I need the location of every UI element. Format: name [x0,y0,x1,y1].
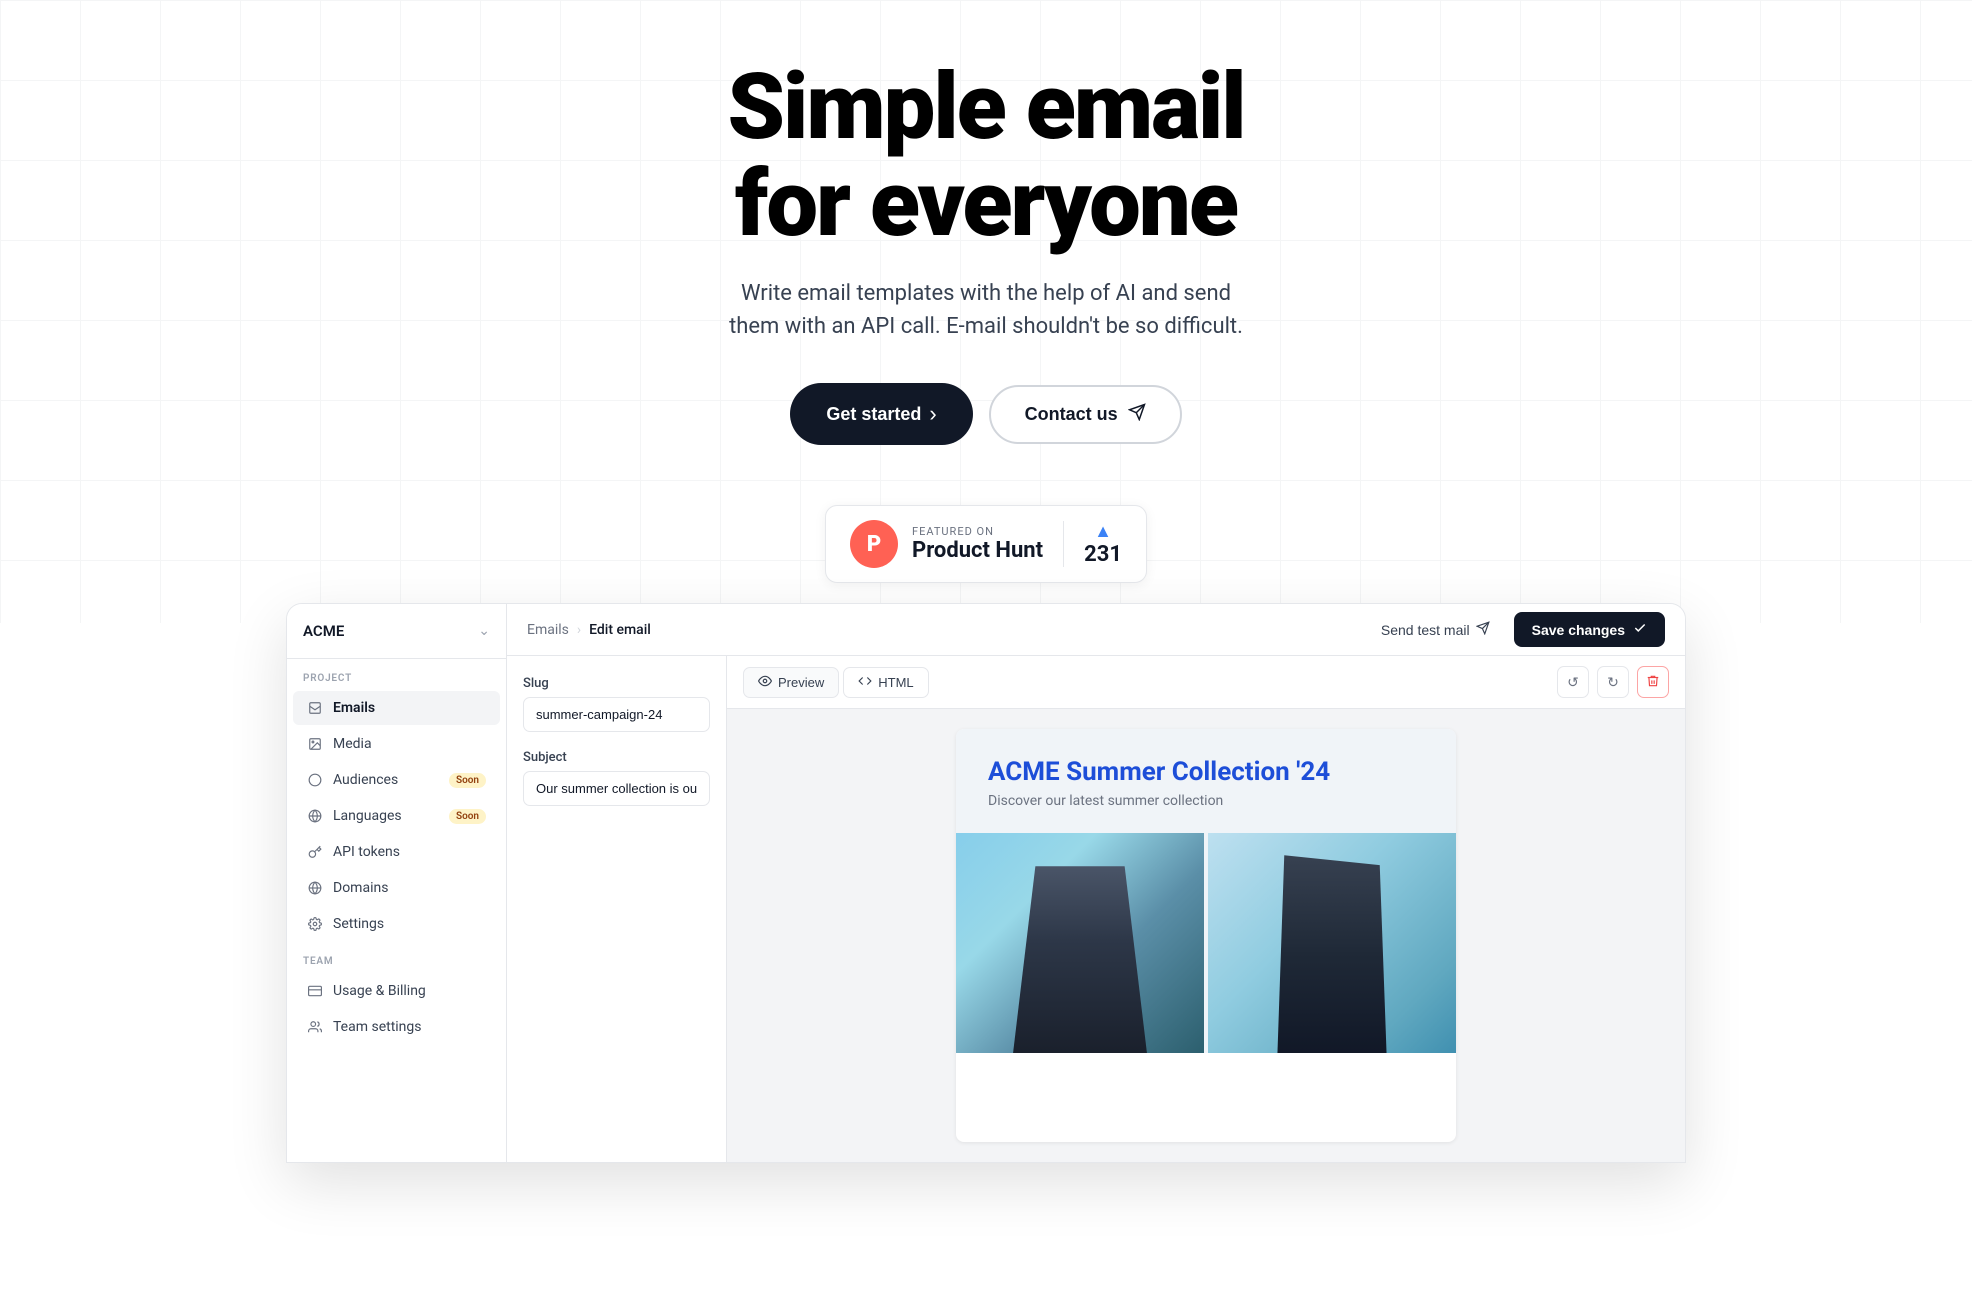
trash-icon [1646,674,1660,691]
sidebar-item-audiences[interactable]: Audiences Soon [293,763,500,797]
subject-label: Subject [523,750,710,765]
save-changes-button[interactable]: Save changes [1514,612,1665,647]
languages-badge: Soon [449,809,486,824]
breadcrumb-separator: › [577,622,581,638]
redo-button[interactable]: ↻ [1597,666,1629,698]
undo-icon: ↺ [1567,674,1579,691]
sidebar-item-api-tokens-label: API tokens [333,844,400,860]
save-changes-label: Save changes [1532,622,1625,638]
email-image-2 [1208,833,1456,1053]
redo-icon: ↻ [1607,674,1619,691]
sidebar-header[interactable]: ACME ⌄ [287,604,506,659]
sidebar: ACME ⌄ PROJECT Emails Media A [287,604,507,1162]
team-icon [307,1019,323,1035]
audiences-icon [307,772,323,788]
tab-html[interactable]: HTML [843,667,928,698]
sidebar-item-media[interactable]: Media [293,727,500,761]
breadcrumb-emails[interactable]: Emails [527,622,569,638]
chevron-icon: ⌄ [478,623,490,639]
sidebar-item-domains-label: Domains [333,880,388,896]
code-icon [858,674,872,691]
tab-preview[interactable]: Preview [743,667,839,698]
hero-title: Simple email for everyone [727,60,1244,253]
email-preview-scroll[interactable]: ACME Summer Collection '24 Discover our … [727,709,1685,1162]
app-window-wrapper: ACME ⌄ PROJECT Emails Media A [286,603,1686,1163]
editor-area: Slug Subject [507,656,1685,1162]
sport-image-1 [956,833,1204,1053]
settings-icon [307,916,323,932]
sidebar-item-team-settings[interactable]: Team settings [293,1010,500,1044]
sidebar-item-media-label: Media [333,736,372,752]
sport-image-2 [1208,833,1456,1053]
billing-icon [307,983,323,999]
preview-actions: ↺ ↻ [1557,666,1669,698]
preview-tabs: Preview HTML [743,667,929,698]
paper-plane-icon [1476,621,1490,638]
sidebar-item-settings-label: Settings [333,916,384,932]
main-content: Emails › Edit email Send test mail Save … [507,604,1685,1162]
subject-field: Subject [523,750,710,806]
sidebar-item-api-tokens[interactable]: API tokens [293,835,500,869]
topbar-actions: Send test mail Save changes [1369,612,1665,647]
app-window: ACME ⌄ PROJECT Emails Media A [286,603,1686,1163]
product-hunt-badge-area: P FEATURED ON Product Hunt ▲ 231 [825,505,1147,583]
topbar: Emails › Edit email Send test mail Save … [507,604,1685,656]
product-hunt-badge[interactable]: P FEATURED ON Product Hunt ▲ 231 [825,505,1147,583]
send-test-mail-button[interactable]: Send test mail [1369,613,1502,646]
breadcrumb-current: Edit email [589,622,651,638]
email-preview-images [956,833,1456,1053]
sidebar-item-domains[interactable]: Domains [293,871,500,905]
domains-icon [307,880,323,896]
breadcrumb: Emails › Edit email [527,622,651,638]
hero-buttons: Get started Contact us [790,383,1181,445]
audiences-badge: Soon [449,773,486,788]
email-preview-subtitle: Discover our latest summer collection [988,793,1424,809]
sidebar-item-emails-label: Emails [333,700,375,716]
product-hunt-text: FEATURED ON Product Hunt [912,525,1043,563]
languages-icon [307,808,323,824]
send-test-label: Send test mail [1381,622,1470,638]
sidebar-item-languages[interactable]: Languages Soon [293,799,500,833]
media-icon [307,736,323,752]
project-section-label: PROJECT [287,659,506,690]
sidebar-item-audiences-label: Audiences [333,772,398,788]
slug-field: Slug [523,676,710,732]
upvote-arrow-icon: ▲ [1094,521,1112,542]
delete-button[interactable] [1637,666,1669,698]
hero-content: Simple email for everyone Write email te… [726,60,1246,505]
sidebar-item-languages-label: Languages [333,808,402,824]
sidebar-item-usage-billing[interactable]: Usage & Billing [293,974,500,1008]
hero-subtitle: Write email templates with the help of A… [726,277,1246,343]
slug-input[interactable] [523,697,710,732]
preview-toolbar: Preview HTML ↺ [727,656,1685,709]
form-panel: Slug Subject [507,656,727,1162]
undo-button[interactable]: ↺ [1557,666,1589,698]
preview-panel: Preview HTML ↺ [727,656,1685,1162]
email-preview-content: ACME Summer Collection '24 Discover our … [956,729,1456,1142]
sidebar-item-settings[interactable]: Settings [293,907,500,941]
get-started-button[interactable]: Get started [790,383,972,445]
api-icon [307,844,323,860]
emails-icon [307,700,323,716]
send-icon [1128,403,1146,426]
sidebar-brand: ACME [303,622,344,640]
email-image-1 [956,833,1208,1053]
product-hunt-votes: ▲ 231 [1063,521,1122,567]
contact-us-button[interactable]: Contact us [989,385,1182,444]
email-preview-title: ACME Summer Collection '24 [988,757,1424,787]
check-icon [1633,621,1647,638]
hero-section: Simple email for everyone Write email te… [0,0,1972,623]
sidebar-item-usage-billing-label: Usage & Billing [333,983,426,999]
sidebar-item-emails[interactable]: Emails [293,691,500,725]
slug-label: Slug [523,676,710,691]
team-section-label: TEAM [287,942,506,973]
product-hunt-logo: P [850,520,898,568]
eye-icon [758,674,772,691]
subject-input[interactable] [523,771,710,806]
email-header-section: ACME Summer Collection '24 Discover our … [956,729,1456,833]
sidebar-item-team-settings-label: Team settings [333,1019,422,1035]
